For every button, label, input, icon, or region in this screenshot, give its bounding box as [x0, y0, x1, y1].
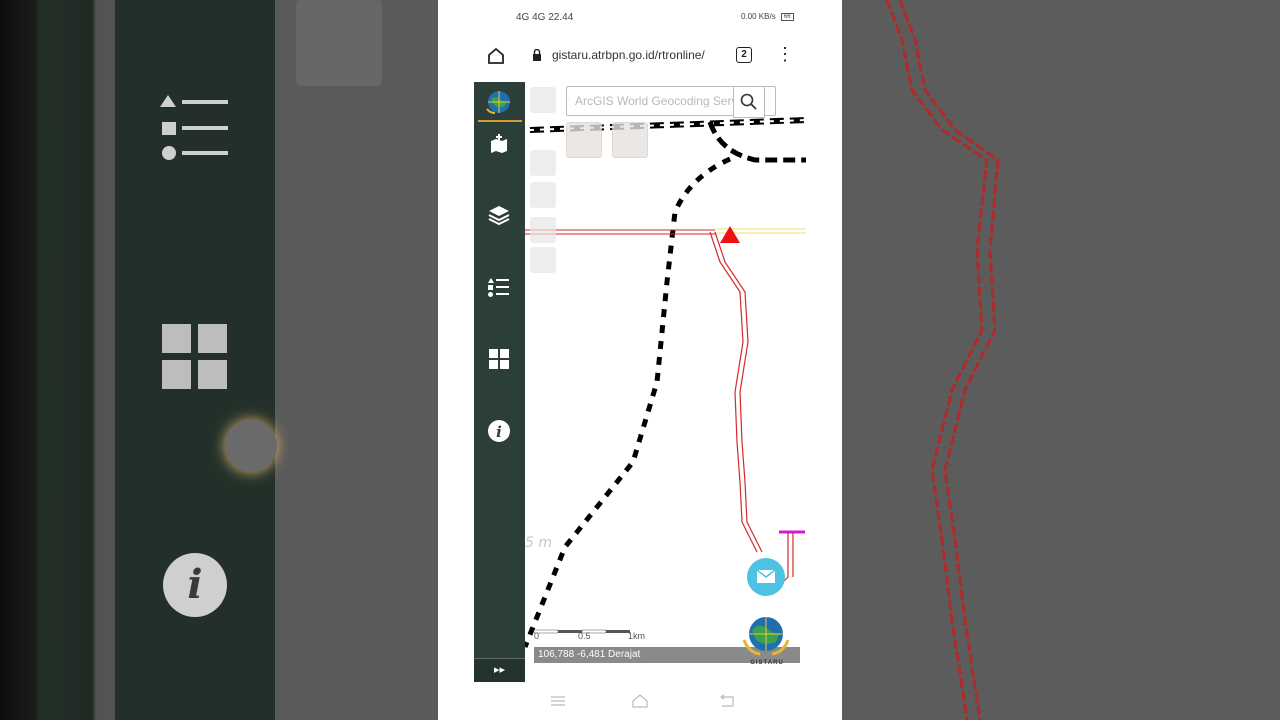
url-text[interactable]: gistaru.atrbpn.go.id/rtronline/ [552, 48, 705, 62]
back-nav-icon[interactable] [718, 693, 736, 709]
home-nav-icon[interactable] [631, 693, 649, 709]
layers-icon [488, 206, 510, 226]
sidebar-expand-button[interactable]: ▸▸ [474, 659, 525, 682]
svg-text:i: i [187, 561, 202, 608]
map-add-icon [491, 134, 507, 153]
river-line [709, 231, 758, 553]
zoom-in-button[interactable] [530, 87, 556, 113]
sidebar-accent-line [478, 120, 522, 122]
lock-icon [533, 49, 541, 61]
status-left: 4G 4G 22.44 [516, 12, 574, 23]
info-icon: i [488, 420, 510, 442]
faded-label: 5 m [525, 535, 552, 551]
list-icon [488, 278, 509, 297]
home-icon[interactable] [486, 46, 506, 66]
status-right: 0.00 KB/s 66 [741, 12, 794, 21]
browser-url-bar: gistaru.atrbpn.go.id/rtronline/ 2 ⋮ [474, 36, 844, 76]
home-extent-button[interactable] [530, 150, 556, 176]
sidebar: i ▸▸ [474, 82, 525, 682]
sidebar-item-layers[interactable] [487, 203, 511, 227]
network-speed: 0.00 KB/s [741, 12, 776, 21]
previous-extent-button[interactable] [530, 217, 556, 243]
status-bar: 4G 4G 22.44 0.00 KB/s 66 [438, 0, 842, 36]
tab-count-button[interactable]: 2 [736, 47, 752, 63]
blurred-list-icon [160, 95, 228, 160]
gistaru-logo-text: GISTARU [750, 660, 784, 666]
browser-menu-button[interactable]: ⋮ [776, 44, 794, 64]
mail-icon [756, 569, 776, 583]
gistaru-logo-icon [742, 617, 790, 656]
gistaru-globe-icon[interactable] [486, 89, 512, 115]
sidebar-item-legend[interactable] [487, 275, 511, 299]
locate-button[interactable] [530, 182, 556, 208]
svg-text:i: i [496, 423, 502, 441]
battery-icon: 66 [780, 12, 794, 21]
background-left: i [0, 0, 438, 720]
blurred-dot [225, 420, 277, 472]
blurred-tool [296, 0, 382, 86]
grid-icon [489, 349, 509, 369]
sidebar-item-info[interactable]: i [487, 419, 511, 443]
blurred-info-icon: i [163, 553, 227, 617]
scale-bar: 0 0.5 1km [534, 631, 654, 643]
blurred-river [885, 0, 1000, 720]
menu-nav-icon[interactable] [549, 693, 567, 709]
background-right [842, 0, 1280, 720]
search-icon [740, 93, 757, 110]
scale-label-mid: 0.5 [578, 631, 591, 641]
next-extent-button[interactable] [530, 247, 556, 273]
scale-label-end: 1km [628, 631, 646, 641]
road-branch [707, 121, 806, 163]
blurred-grid-icon [162, 324, 227, 389]
print-button[interactable] [566, 122, 602, 158]
web-view: i ▸▸ 5 m ArcGIS World Geocoding Servi 0 … [474, 82, 806, 682]
sidebar-item-add-data[interactable] [487, 132, 511, 156]
scale-label-0: 0 [534, 631, 540, 641]
sidebar-item-basemap[interactable] [487, 347, 511, 371]
map-canvas[interactable]: 5 m 0 0.5 1km 106,788 -6,481 Dera [525, 82, 806, 682]
search-button[interactable] [733, 86, 765, 118]
draw-button[interactable] [612, 122, 648, 158]
background-strip-light [275, 0, 438, 720]
mail-button[interactable] [747, 558, 785, 596]
android-nav-bar [474, 682, 806, 720]
